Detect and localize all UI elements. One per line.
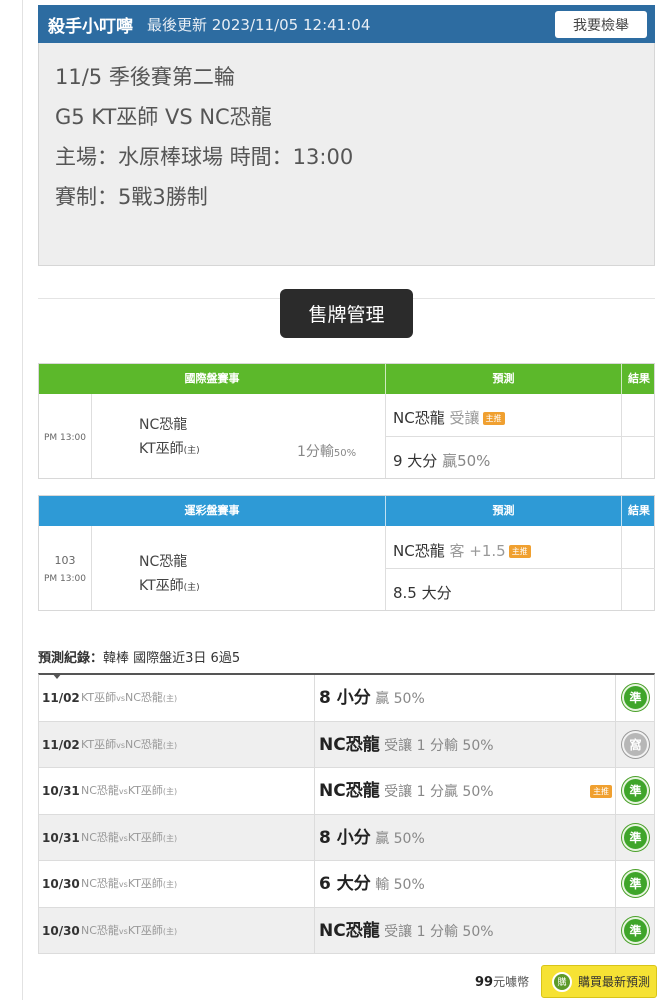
intl-table-row: PM 13:00 NC恐龍 KT巫師(主) 1分輸50% NC恐龍 受讓 主推 9… [39, 394, 655, 478]
info-round: 11/5 季後賽第二輪 [55, 65, 235, 89]
record-date: 11/02 [42, 691, 80, 705]
record-matchup: NC恐龍vsKT巫師(主) [81, 923, 178, 937]
col-result: 結果 [628, 504, 650, 517]
page-header: 殺手小叮嚀 最後更新 2023/11/05 12:41:04 我要檢舉 [38, 5, 655, 43]
col-prediction: 預測 [492, 504, 515, 517]
lottery-table-header: 運彩盤賽事 預測 結果 [39, 496, 654, 526]
record-date: 10/31 [42, 784, 80, 798]
record-matchup: KT巫師vsNC恐龍(主) [81, 691, 178, 704]
record-row: 11/02 KT巫師vsNC恐龍(主) 8 小分 贏 50% 準 [39, 675, 654, 722]
price-label: 99元噱幣 [475, 975, 530, 990]
record-pick: NC恐龍 受讓 1 分贏 50% [319, 781, 494, 801]
col-result: 結果 [628, 372, 650, 385]
info-venue-time: 主場：水原棒球場 時間：13:00 [55, 145, 354, 169]
prediction-total: 9 大分 贏50% [393, 452, 491, 470]
record-date: 10/30 [42, 923, 80, 938]
record-pick: NC恐龍 受讓 1 分輸 50% [319, 734, 494, 755]
record-pick: 8 小分 贏 50% [319, 827, 425, 848]
result-badge: 準 [622, 916, 649, 944]
col-game: 國際盤賽事 [184, 372, 240, 385]
team-home: KT巫師(主) [139, 578, 200, 594]
prediction-total: 8.5 大分 [393, 584, 452, 602]
record-pick: NC恐龍 受讓 1 分輸 50% [319, 920, 494, 941]
record-row: 10/30 NC恐龍vsKT巫師(主) 6 大分 輸 50% 準 [39, 861, 654, 908]
game-time: PM 13:00 [44, 433, 86, 443]
analyst-name[interactable]: 殺手小叮嚀 [48, 12, 133, 37]
featured-pick-tag: 主推 [590, 785, 612, 798]
lottery-table-row: 103 PM 13:00 NC恐龍 KT巫師(主) NC恐龍 客 +1.5 主推 … [39, 526, 655, 610]
intl-odds-table: 國際盤賽事 預測 結果 PM 13:00 NC恐龍 KT巫師(主) 1分輸50%… [38, 363, 655, 479]
buy-latest-prediction-button[interactable]: 購 購買最新預測 [541, 965, 657, 998]
lottery-odds-table: 運彩盤賽事 預測 結果 103 PM 13:00 NC恐龍 KT巫師(主) NC… [38, 495, 655, 611]
record-row: 10/31 NC恐龍vsKT巫師(主) 8 小分 贏 50% 準 [39, 814, 654, 861]
record-matchup: NC恐龍vsKT巫師(主) [81, 784, 178, 797]
info-matchup: G5 KT巫師 VS NC恐龍 [55, 105, 272, 129]
last-updated: 最後更新 2023/11/05 12:41:04 [147, 15, 371, 34]
record-matchup: KT巫師vsNC恐龍(主) [81, 737, 178, 751]
featured-pick-tag: 主推 [508, 545, 531, 558]
result-badge: 窩 [622, 730, 649, 758]
record-title: 預測紀錄：韓棒 國際盤近3日 6過5 [38, 651, 241, 666]
buy-button-label: 購買最新預測 [578, 975, 651, 989]
prediction-side: NC恐龍 受讓 主推 [393, 407, 505, 428]
record-table: 11/02 KT巫師vsNC恐龍(主) 8 小分 贏 50% 準 11/02 K… [38, 673, 655, 954]
record-pick: 8 小分 贏 50% [319, 688, 425, 708]
result-badge: 準 [622, 870, 649, 897]
featured-pick-tag: 主推 [482, 412, 505, 425]
record-date: 10/31 [42, 830, 80, 845]
game-info-box: 11/5 季後賽第二輪 G5 KT巫師 VS NC恐龍 主場：水原棒球場 時間：… [38, 43, 655, 266]
sell-management-button[interactable]: 售牌管理 [280, 289, 413, 338]
cart-icon: 購 [552, 971, 572, 992]
col-prediction: 預測 [492, 372, 515, 385]
info-format: 賽制：5戰3勝制 [55, 185, 208, 209]
prediction-side: NC恐龍 客 +1.5 主推 [393, 540, 531, 561]
intl-table-header: 國際盤賽事 預測 結果 [39, 364, 654, 394]
record-matchup: NC恐龍vsKT巫師(主) [81, 830, 178, 844]
home-marker: (主) [183, 583, 200, 593]
game-number: 103 [54, 554, 76, 567]
team-home: KT巫師(主) [139, 441, 200, 457]
caret-down-icon [52, 673, 62, 679]
result-badge: 準 [622, 823, 649, 851]
handicap-line: 1分輸50% [297, 444, 357, 460]
game-time: PM 13:00 [44, 574, 86, 584]
record-matchup: NC恐龍vsKT巫師(主) [81, 877, 178, 890]
record-row: 10/30 NC恐龍vsKT巫師(主) NC恐龍 受讓 1 分輸 50% 準 [39, 907, 654, 954]
record-row: 11/02 KT巫師vsNC恐龍(主) NC恐龍 受讓 1 分輸 50% 窩 [39, 721, 654, 768]
record-pick: 6 大分 輸 50% [319, 874, 425, 894]
record-row: 10/31 NC恐龍vsKT巫師(主) NC恐龍 受讓 1 分贏 50% 主推 … [39, 768, 654, 815]
result-badge: 準 [622, 777, 649, 804]
team-away: NC恐龍 [139, 554, 188, 570]
team-away: NC恐龍 [139, 417, 188, 433]
result-badge: 準 [622, 684, 649, 711]
record-date: 10/30 [42, 877, 80, 891]
left-border-line [22, 0, 23, 1000]
col-game: 運彩盤賽事 [184, 504, 240, 517]
home-marker: (主) [183, 446, 200, 456]
record-date: 11/02 [42, 737, 80, 752]
report-button[interactable]: 我要檢舉 [555, 11, 647, 38]
